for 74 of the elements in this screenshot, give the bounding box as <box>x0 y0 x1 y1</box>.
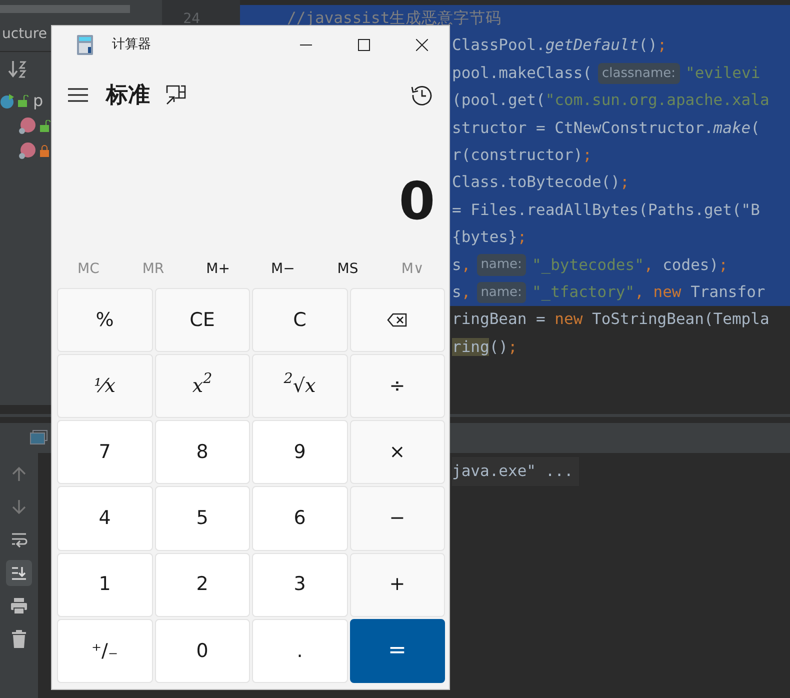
code-text: Class.toBytecode(); <box>452 172 630 194</box>
class-icon <box>0 92 14 108</box>
parameter-hint: classname: <box>598 62 680 84</box>
operator-key[interactable]: % <box>57 288 152 352</box>
code-text: structor = CtNewConstructor.make( <box>452 118 760 139</box>
scroll-to-end-icon <box>10 564 28 582</box>
printer-icon <box>10 597 28 615</box>
number-key[interactable]: 9 <box>252 420 348 484</box>
number-key[interactable]: . <box>252 618 348 683</box>
window-title: 计算器 <box>112 36 151 54</box>
parameter-hint: name: <box>476 282 526 304</box>
code-text: s, <box>452 282 471 303</box>
code-text: "_tfactory", new Transfor <box>532 282 766 303</box>
code-text: {bytes}; <box>452 227 527 248</box>
sort-icon[interactable] <box>8 58 28 80</box>
operator-key[interactable]: CE <box>154 288 250 352</box>
number-key[interactable]: 4 <box>57 486 152 551</box>
code-text: = Files.readAllBytes(Paths.get("B <box>452 200 760 221</box>
maximize-icon <box>358 39 370 51</box>
memory-button[interactable]: MS <box>315 252 380 286</box>
memory-button: M∨ <box>380 252 445 286</box>
operator-key[interactable]: × <box>350 420 445 484</box>
operator-key[interactable]: − <box>350 486 445 551</box>
number-key[interactable]: 3 <box>252 552 348 617</box>
code-text: (pool.get("com.sun.org.apache.xala <box>452 90 770 112</box>
unlocked-icon <box>18 94 29 106</box>
console-output: java.exe" ... <box>452 457 580 486</box>
scroll-to-end-button[interactable] <box>6 560 32 586</box>
history-icon <box>411 84 433 106</box>
number-key[interactable]: ⁺∕₋ <box>57 618 152 683</box>
code-text: ringBean = new ToStringBean(Templa <box>452 309 770 330</box>
equals-button[interactable]: = <box>350 618 445 683</box>
memory-button: MC <box>56 252 121 286</box>
keep-on-top-icon <box>166 85 186 105</box>
code-text: s, <box>452 254 471 276</box>
panel-title: ucture <box>1 25 47 44</box>
trash-icon <box>10 630 28 648</box>
code-text: pool.makeClass( <box>452 62 592 84</box>
code-comment: //javassist生成恶意字节码 <box>287 8 502 30</box>
memory-button: MR <box>120 252 186 286</box>
calculator-icon <box>77 35 93 55</box>
number-key[interactable]: 8 <box>154 420 250 484</box>
tree-label[interactable]: p <box>33 88 44 112</box>
down-arrow-icon <box>10 498 28 516</box>
method-icon <box>18 116 36 134</box>
code-text: ClassPool.getDefault(); <box>452 35 667 56</box>
operator-key[interactable]: ÷ <box>350 354 445 418</box>
code-text: ring(); <box>452 336 518 358</box>
parameter-hint: name: <box>476 254 526 276</box>
number-key[interactable]: 0 <box>154 618 250 683</box>
up-arrow-icon <box>10 465 28 483</box>
number-key[interactable]: 1 <box>57 552 152 617</box>
operator-key[interactable]: + <box>350 552 445 617</box>
operator-key[interactable]: C <box>252 288 348 352</box>
code-text: "evilevi <box>686 62 760 84</box>
number-key[interactable]: 6 <box>252 486 348 551</box>
wrap-icon <box>10 531 28 549</box>
display-value: 0 <box>398 176 435 228</box>
operator-key[interactable]: $^{2}$√x <box>252 354 348 418</box>
memory-button[interactable]: M− <box>250 252 316 286</box>
close-icon <box>416 39 428 51</box>
code-text: "_bytecodes", codes); <box>532 254 728 276</box>
method-icon <box>18 142 36 160</box>
backspace-icon <box>387 313 408 328</box>
operator-key[interactable]: ¹⁄x <box>57 354 152 418</box>
number-key[interactable]: 7 <box>57 420 152 484</box>
number-key[interactable]: 5 <box>154 486 250 551</box>
window-icon[interactable] <box>30 430 48 446</box>
mode-title: 标准 <box>106 82 150 110</box>
menu-icon <box>68 87 88 103</box>
memory-button[interactable]: M+ <box>186 252 250 286</box>
code-text: r(constructor); <box>452 145 592 166</box>
number-key[interactable]: 2 <box>154 552 250 617</box>
operator-key[interactable]: x$^{2}$ <box>154 354 250 418</box>
